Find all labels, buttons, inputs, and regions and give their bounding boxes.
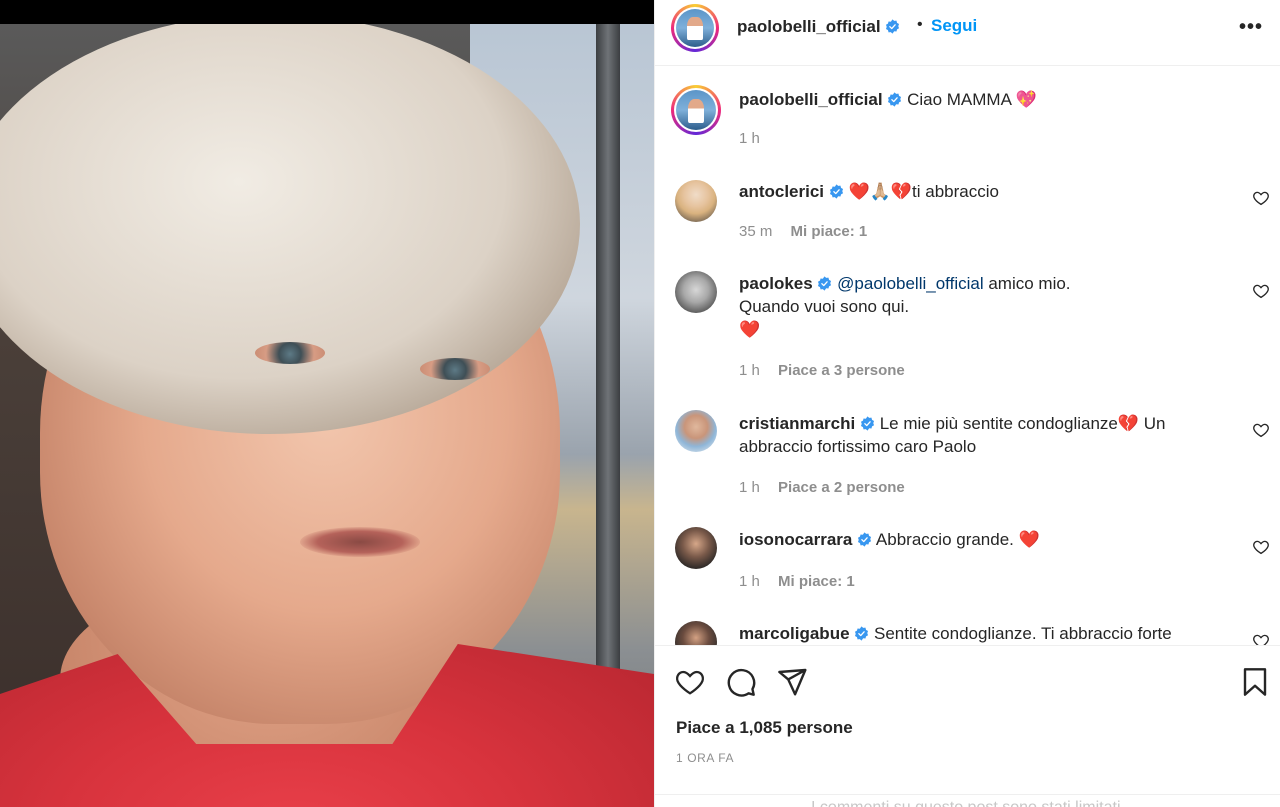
caption: paolobelli_official Ciao MAMMA 💖 [739,88,1239,111]
comment-likes[interactable]: Mi piace: 1 [791,223,868,240]
comment: iosonocarrara Abbraccio grande. ❤️ [739,528,1239,551]
comment-text: Sentite condoglianze. Ti abbraccio forte [874,624,1172,643]
comments-list[interactable]: paolobelli_official Ciao MAMMA 💖 1 h ant… [655,67,1280,645]
more-options-button[interactable]: ••• [1239,16,1263,39]
author-username[interactable]: paolobelli_official [737,17,900,37]
comment-text-line: Quando vuoi sono qui. [739,297,910,316]
comment: paolokes @paolobelli_official amico mio.… [739,272,1239,341]
comment-time: 35 m [739,223,773,240]
post-timestamp[interactable]: 1 ORA FA [676,751,734,765]
photo-eye-right [420,358,490,380]
comment-icon[interactable] [725,666,757,698]
comment-username[interactable]: iosonocarrara [739,530,852,549]
post-media[interactable] [0,0,654,807]
comment-avatar[interactable] [675,527,717,569]
share-icon[interactable] [776,666,808,698]
comment-mention[interactable]: @paolobelli_official [837,274,983,293]
comment-text: Abbraccio grande. ❤️ [875,530,1040,549]
verified-badge-icon [858,532,872,547]
follow-button[interactable]: Segui [931,16,977,36]
caption-meta: 1 h [739,130,760,147]
comment: antoclerici ❤️🙏🏼💔ti abbraccio [739,180,1239,203]
comment-text: amico mio. [983,274,1071,293]
post-panel: paolobelli_official • Segui ••• paolobel… [654,0,1280,807]
caption-username[interactable]: paolobelli_official [739,90,883,109]
comment-avatar[interactable] [675,271,717,313]
comment-text: ❤️🙏🏼💔ti abbraccio [848,182,999,201]
photo-eye-left [255,342,325,364]
comment-time: 1 h [739,362,760,379]
post-header: paolobelli_official • Segui ••• [655,0,1280,66]
comment-avatar[interactable] [675,180,717,222]
comment-text-line: ❤️ [739,320,761,339]
header-separator: • [917,16,923,33]
caption-text: Ciao MAMMA 💖 [907,90,1037,109]
comment-username[interactable]: marcoligabue [739,624,850,643]
verified-badge-icon [829,184,843,199]
comment-avatar[interactable] [675,621,717,645]
photo-mouth [300,527,420,557]
comment-likes[interactable]: Piace a 2 persone [778,479,905,496]
post-actions: Piace a 1,085 persone 1 ORA FA I comment… [655,645,1280,807]
comment: cristianmarchi Le mie più sentite condog… [739,412,1239,458]
comments-limited-notice: I commenti su questo post sono stati lim… [655,794,1280,807]
heart-outline-icon[interactable] [1252,421,1270,439]
verified-badge-icon [888,92,902,107]
comment-likes[interactable]: Mi piace: 1 [778,573,855,590]
caption-avatar[interactable] [671,85,721,135]
comment-avatar[interactable] [675,410,717,452]
comment: marcoligabue Sentite condoglianze. Ti ab… [739,622,1239,645]
comment-time: 1 h [739,573,760,590]
comment-meta: 1 h Piace a 2 persone [739,479,905,496]
caption-time: 1 h [739,130,760,147]
comment-meta: 1 h Mi piace: 1 [739,573,855,590]
verified-badge-icon [860,416,874,431]
author-avatar[interactable] [671,4,719,52]
heart-outline-icon[interactable] [1252,538,1270,556]
verified-badge-icon [818,276,832,291]
heart-icon[interactable] [674,666,706,698]
likes-count[interactable]: Piace a 1,085 persone [676,718,853,738]
heart-outline-icon[interactable] [1252,632,1270,645]
comment-meta: 1 h Piace a 3 persone [739,362,905,379]
bookmark-icon[interactable] [1239,666,1271,698]
comment-meta: 35 m Mi piace: 1 [739,223,867,240]
verified-badge-icon [855,626,869,641]
comment-username[interactable]: antoclerici [739,182,824,201]
heart-outline-icon[interactable] [1252,189,1270,207]
heart-outline-icon[interactable] [1252,282,1270,300]
comment-username[interactable]: paolokes [739,274,813,293]
verified-badge-icon [886,19,900,34]
post-photo [0,24,654,807]
comment-username[interactable]: cristianmarchi [739,414,855,433]
comment-likes[interactable]: Piace a 3 persone [778,362,905,379]
comment-time: 1 h [739,479,760,496]
